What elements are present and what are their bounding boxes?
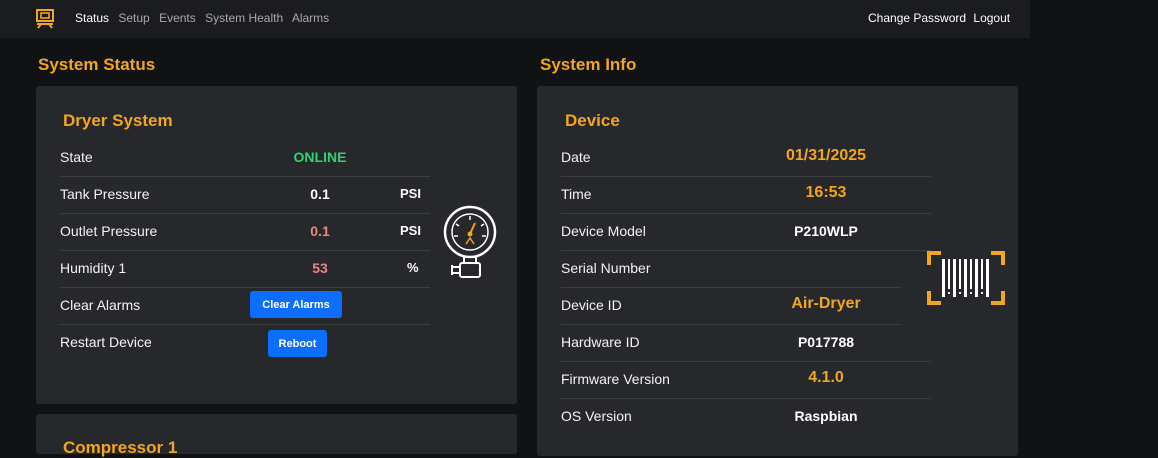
nav-setup[interactable]: Setup [118,11,149,25]
restart-device-label: Restart Device [60,334,152,350]
account-nav: Change Password Logout [868,11,1010,25]
tank-pressure-value: 0.1 [310,186,330,202]
device-info-row: Device Model P210WLP [561,213,931,251]
device-info-row: Date 01/31/2025 [561,139,931,177]
device-title: Device [565,111,620,130]
device-info-label: Device Model [561,223,646,239]
outlet-pressure-unit: PSI [400,223,421,238]
clear-alarms-row: Clear Alarms Clear Alarms [60,287,430,325]
device-info-label: Time [561,186,592,202]
right-margin [1030,0,1158,448]
outlet-pressure-label: Outlet Pressure [60,223,158,239]
tank-pressure-unit: PSI [400,186,421,201]
device-card: Device Date 01/31/2025 Time 16:53 Device Mod… [537,86,1018,456]
device-info-value: P210WLP [794,223,858,239]
humidity-value: 53 [312,260,328,276]
device-info-row: Hardware ID P017788 [561,324,931,362]
device-info-row: Serial Number [561,250,901,288]
system-status-title: System Status [38,55,156,74]
device-info-value: Air-Dryer [791,295,861,312]
device-info-row: Time 16:53 [561,176,931,214]
clear-alarms-label: Clear Alarms [60,297,141,313]
device-info-label: Hardware ID [561,334,640,350]
top-navbar: Status Setup Events System Health Alarms… [0,0,1030,38]
nav-system-health[interactable]: System Health [205,11,283,25]
device-info-label: OS Version [561,408,632,424]
nav-status[interactable]: Status [75,11,109,25]
change-password-link[interactable]: Change Password [868,11,966,25]
compressor-card-title: Compressor 1 [63,438,178,457]
humidity-row: Humidity 1 53 % [60,250,430,288]
tank-pressure-label: Tank Pressure [60,186,150,202]
state-label: State [60,149,93,165]
state-row: State ONLINE [60,139,430,177]
outlet-pressure-row: Outlet Pressure 0.1 PSI [60,213,430,251]
device-info-row: Firmware Version 4.1.0 [561,361,931,399]
outlet-pressure-value: 0.1 [310,223,330,239]
nav-alarms[interactable]: Alarms [292,11,329,25]
state-value: ONLINE [293,149,347,165]
main-nav: Status Setup Events System Health Alarms [75,11,335,25]
reboot-button[interactable]: Reboot [268,330,327,357]
device-info-label: Firmware Version [561,371,670,387]
logo-icon[interactable] [36,9,54,29]
device-info-label: Device ID [561,297,622,313]
logout-link[interactable]: Logout [973,11,1010,25]
dryer-system-card: Dryer System State ONLINE Tank Pressure … [36,86,517,404]
humidity-unit: % [407,260,419,275]
dryer-system-title: Dryer System [63,111,173,130]
device-info-row: OS Version Raspbian [561,398,931,435]
pressure-gauge-icon [443,205,497,278]
device-info-label: Date [561,149,591,165]
device-info-value: P017788 [797,334,855,350]
device-info-row: Device ID Air-Dryer [561,287,901,325]
device-info-value: Raspbian [794,408,858,424]
barcode-scan-icon [927,251,1005,305]
humidity-label: Humidity 1 [60,260,127,276]
device-info-label: Serial Number [561,260,651,276]
nav-events[interactable]: Events [159,11,196,25]
compressor-card: Compressor 1 [36,414,517,457]
system-info-title: System Info [540,55,637,74]
device-info-value: 4.1.0 [808,369,844,386]
restart-device-row: Restart Device Reboot [60,324,430,361]
device-info-value: 16:53 [805,184,847,201]
clear-alarms-button[interactable]: Clear Alarms [250,291,342,318]
tank-pressure-row: Tank Pressure 0.1 PSI [60,176,430,214]
device-info-value: 01/31/2025 [785,147,867,164]
